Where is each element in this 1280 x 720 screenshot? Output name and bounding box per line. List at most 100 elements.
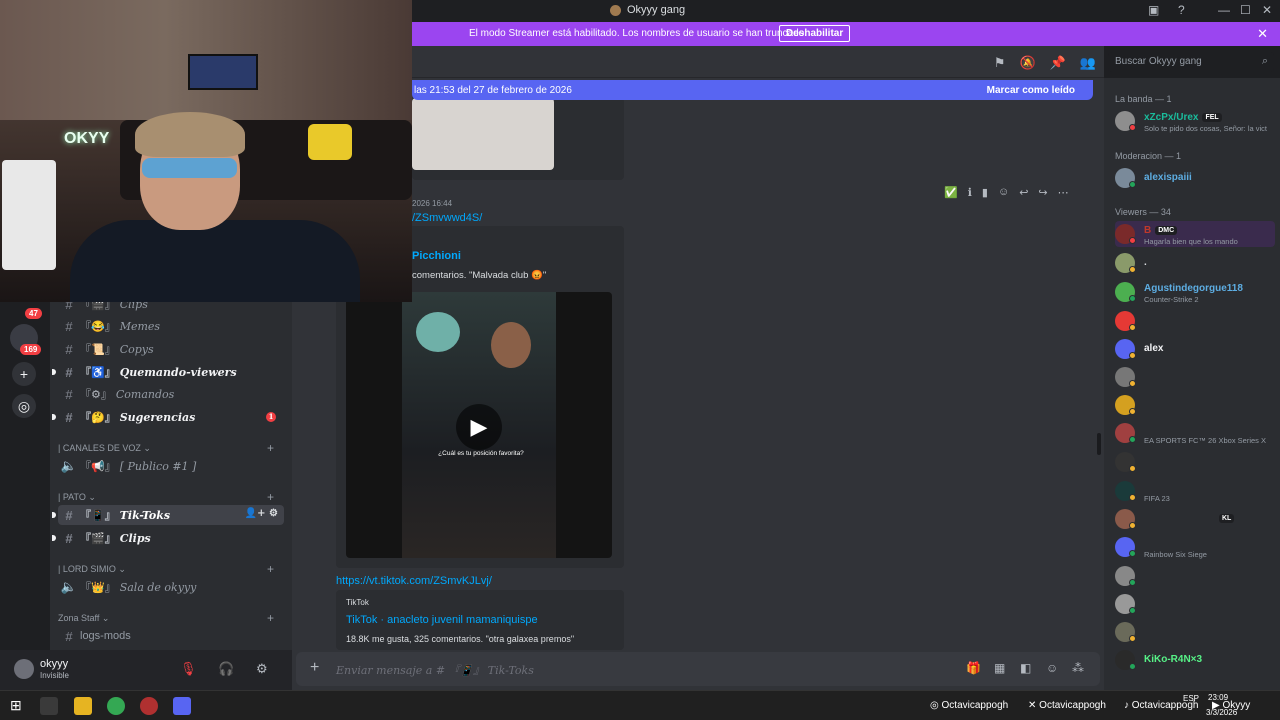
member-item[interactable]: Rainbow Six Siege	[1115, 534, 1275, 560]
channel-quemando-viewers[interactable]: # 『♿』 Quemando-viewers	[52, 362, 284, 382]
inbox-icon[interactable]: ▣	[1148, 3, 1159, 17]
members-icon[interactable]: 👥	[1080, 55, 1096, 71]
avatar[interactable]	[14, 659, 34, 679]
add-server-icon[interactable]: +	[12, 362, 36, 386]
reaction-check-icon[interactable]: ✅	[944, 186, 958, 199]
member-item[interactable]	[1115, 308, 1275, 334]
gift-icon[interactable]: 🎁	[966, 661, 981, 675]
voice-channel-sala[interactable]: 🔈 『👑』 Sala de okyyy	[58, 577, 284, 597]
voice-channel-publico[interactable]: 🔈 『📢』 [ Publico #1 ]	[58, 456, 284, 476]
attach-icon[interactable]: +	[310, 659, 319, 677]
member-item[interactable]: Agustindegorgue118 Counter-Strike 2	[1115, 279, 1275, 305]
message-input[interactable]: + Enviar mensaje a # 『📱』 Tik-Toks 🎁 ▦ ◧ …	[296, 652, 1100, 686]
gif-icon[interactable]: ▦	[994, 661, 1005, 675]
sticker-icon[interactable]: ◧	[1020, 661, 1031, 675]
forward-icon[interactable]: ↪	[1038, 186, 1047, 199]
obs-icon[interactable]	[140, 697, 158, 715]
settings-icon[interactable]: ⚙	[256, 661, 268, 677]
add-channel-icon[interactable]: +	[267, 562, 274, 576]
pin-icon[interactable]: 📌	[1050, 55, 1066, 71]
search-icon: ⌕	[1261, 55, 1268, 67]
search-input[interactable]: Buscar Okyyy gang ⌕	[1108, 52, 1274, 72]
member-item[interactable]: alexispaiii	[1115, 165, 1275, 191]
category-pato[interactable]: | PATO ⌄ +	[58, 490, 274, 504]
emoji-icon[interactable]: ☺	[1046, 661, 1058, 675]
reaction-info-icon[interactable]: ℹ	[968, 186, 972, 199]
status-dot	[1129, 352, 1136, 359]
clock-date[interactable]: 3/3/2026	[1206, 708, 1237, 717]
category-voice[interactable]: | CANALES DE VOZ ⌄ +	[58, 441, 274, 455]
file-explorer-icon[interactable]	[74, 697, 92, 715]
hash-icon: #	[65, 341, 73, 357]
member-item[interactable]	[1115, 449, 1275, 475]
image-embed[interactable]	[412, 98, 624, 180]
windows-start-icon[interactable]: ⊞	[10, 697, 22, 714]
embed-title[interactable]: TikTok · anacleto juvenil mamaniquispe	[346, 614, 538, 626]
member-item[interactable]	[1115, 364, 1275, 390]
discord-icon[interactable]	[173, 697, 191, 715]
discover-icon[interactable]: ◎	[12, 394, 36, 418]
member-item[interactable]	[1115, 392, 1275, 418]
channel-comandos[interactable]: # 『⚙』 Comandos	[58, 384, 284, 404]
language-indicator[interactable]: ESP	[1183, 694, 1199, 703]
message-link-1[interactable]: /ZSmvwwd4S/	[412, 212, 482, 224]
media-player-icon[interactable]	[40, 697, 58, 715]
member-item[interactable]: xZcPx/Urex FEL Solo te pido dos cosas, Se…	[1115, 108, 1275, 134]
member-item[interactable]: .	[1115, 250, 1275, 276]
member-item[interactable]: alex	[1115, 336, 1275, 362]
minimize-icon[interactable]: —	[1218, 3, 1230, 17]
member-item[interactable]: KL	[1115, 506, 1275, 532]
channel-copys[interactable]: # 『📜』 Copys	[58, 339, 284, 359]
reply-icon[interactable]: ↩	[1019, 186, 1028, 199]
channel-settings-icon[interactable]: 👤+ ⚙	[245, 508, 278, 519]
reaction-flag-icon[interactable]: ▮	[982, 186, 988, 199]
chrome-icon[interactable]	[107, 697, 125, 715]
member-list: La banda — 1 xZcPx/Urex FEL Solo te pido …	[1104, 78, 1280, 690]
apps-icon[interactable]: ⁂	[1072, 661, 1084, 675]
message-timestamp: 2026 16:44	[412, 199, 453, 208]
channel-logs-mods[interactable]: # logs-mods	[58, 626, 284, 646]
channel-tik-toks[interactable]: # 『📱』 Tik-Toks 👤+ ⚙	[52, 505, 284, 525]
status-dot	[1129, 295, 1136, 302]
channel-sugerencias[interactable]: # 『🤔』 Sugerencias 1	[52, 407, 284, 427]
new-messages-bar[interactable]: las 21:53 del 27 de febrero de 2026 Marc…	[412, 80, 1093, 100]
maximize-icon[interactable]: ☐	[1240, 3, 1251, 17]
add-channel-icon[interactable]: +	[267, 441, 274, 455]
embed-thumbnail[interactable]	[412, 98, 554, 170]
tiktok-embed-2: TikTok TikTok · anacleto juvenil mamaniq…	[336, 590, 624, 650]
status-dot	[1129, 522, 1136, 529]
add-channel-icon[interactable]: +	[267, 611, 274, 625]
member-item[interactable]: KiKo-R4N×3	[1115, 647, 1275, 673]
window-title: Okyyy gang	[610, 4, 685, 16]
member-item[interactable]: B DMC Hagarla bien que los mando	[1115, 221, 1275, 247]
member-item[interactable]	[1115, 619, 1275, 645]
message-link-2[interactable]: https://vt.tiktok.com/ZSmvKJLvj/	[336, 575, 492, 587]
more-icon[interactable]: ⋯	[1058, 186, 1069, 199]
add-reaction-icon[interactable]: ☺	[998, 186, 1009, 199]
channel-clips-pato[interactable]: # 『🎬』 Clips	[52, 528, 284, 548]
close-banner-icon[interactable]: ✕	[1257, 26, 1268, 42]
embed-author[interactable]: Picchioni	[412, 250, 461, 262]
member-item[interactable]: FIFA 23	[1115, 478, 1275, 504]
play-icon[interactable]: ▶	[456, 404, 502, 450]
username[interactable]: okyyy	[40, 658, 68, 670]
add-channel-icon[interactable]: +	[267, 490, 274, 504]
mark-as-read-button[interactable]: Marcar como leído	[987, 85, 1075, 96]
clock-time[interactable]: 23:09	[1208, 693, 1228, 702]
instagram-label: ◎ Octavicappogh	[930, 700, 1009, 711]
category-lord-simio[interactable]: | LORD SIMIO ⌄ +	[58, 562, 274, 576]
member-item[interactable]: EA SPORTS FC™ 26 Xbox Series X	[1115, 420, 1275, 446]
member-item[interactable]	[1115, 563, 1275, 589]
headphones-icon[interactable]: 🎧	[218, 661, 234, 677]
close-window-icon[interactable]: ✕	[1262, 3, 1272, 17]
category-staff[interactable]: Zona Staff ⌄ +	[58, 611, 274, 625]
threads-icon[interactable]: ⚑	[994, 55, 1006, 71]
chat-scrollbar[interactable]	[1097, 433, 1101, 455]
member-item[interactable]	[1115, 591, 1275, 617]
video-player[interactable]: ▶ ¿Cuál es tu posición favorita?	[346, 292, 612, 558]
help-icon[interactable]: ?	[1178, 3, 1185, 17]
notification-icon[interactable]: 🔕	[1019, 55, 1035, 71]
mute-icon[interactable]: 🎙	[180, 661, 197, 677]
disable-streamer-button[interactable]: Deshabilitar	[779, 25, 851, 42]
channel-memes[interactable]: # 『😂』 Memes	[58, 316, 284, 336]
